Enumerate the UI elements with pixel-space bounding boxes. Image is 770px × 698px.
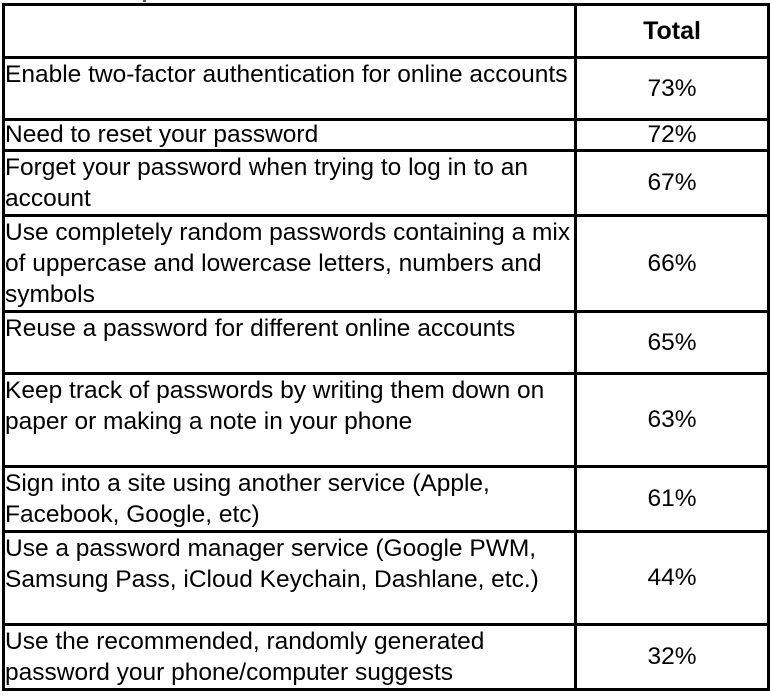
row-item-label: Use completely random passwords containi… — [2, 214, 577, 313]
row-item-label: Use a password manager service (Google P… — [2, 530, 577, 626]
row-total-value: 65% — [574, 310, 770, 375]
row-total-value: 32% — [574, 623, 770, 691]
row-total-value: 72% — [574, 118, 770, 152]
row-total-value: 61% — [574, 465, 770, 533]
row-item-label: Use the recommended, randomly generated … — [2, 623, 577, 691]
row-total-value: 66% — [574, 214, 770, 313]
row-total-value: 67% — [574, 149, 770, 217]
header-total-cell: Total — [574, 3, 770, 59]
table-row: Reuse a password for different online ac… — [2, 310, 770, 375]
survey-results-table: Total Enable two-factor authentication f… — [2, 3, 770, 691]
table-row: Enable two-factor authentication for onl… — [2, 56, 770, 121]
cropped-text-fragment — [143, 0, 146, 2]
row-item-label: Need to reset your password — [2, 118, 577, 152]
table-header-row: Total — [2, 3, 770, 59]
row-total-value: 73% — [574, 56, 770, 121]
table-row: Use a password manager service (Google P… — [2, 530, 770, 626]
row-total-value: 63% — [574, 372, 770, 468]
row-item-label: Sign into a site using another service (… — [2, 465, 577, 533]
row-item-label: Reuse a password for different online ac… — [2, 310, 577, 375]
header-item-cell — [2, 3, 577, 59]
table-row: Need to reset your password 72% — [2, 118, 770, 152]
table-row: Sign into a site using another service (… — [2, 465, 770, 533]
row-item-label: Forget your password when trying to log … — [2, 149, 577, 217]
table-row: Use the recommended, randomly generated … — [2, 623, 770, 691]
row-item-label: Enable two-factor authentication for onl… — [2, 56, 577, 121]
table-row: Keep track of passwords by writing them … — [2, 372, 770, 468]
table-row: Forget your password when trying to log … — [2, 149, 770, 217]
row-item-label: Keep track of passwords by writing them … — [2, 372, 577, 468]
row-total-value: 44% — [574, 530, 770, 626]
table-row: Use completely random passwords containi… — [2, 214, 770, 313]
